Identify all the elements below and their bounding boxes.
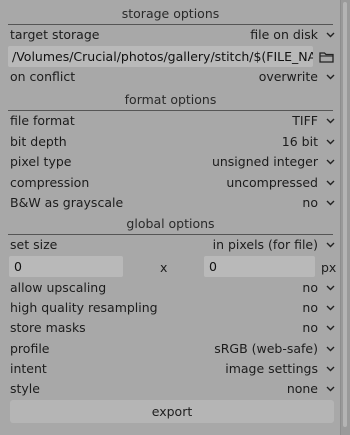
set-size-label: set size [10,237,58,252]
target-storage-row[interactable]: target storage file on disk [10,25,335,45]
compression-label: compression [10,175,90,190]
chevron-down-icon [321,32,335,38]
bw-grayscale-value: no [302,195,318,210]
chevron-down-icon [321,159,335,165]
style-value: none [286,381,318,396]
pixel-type-dropdown[interactable]: unsigned integer [212,152,335,172]
export-path-input[interactable]: /Volumes/Crucial/photos/gallery/stitch/$… [8,46,313,67]
on-conflict-dropdown[interactable]: overwrite [259,67,335,87]
chevron-down-icon [321,325,335,331]
bit-depth-label: bit depth [10,134,67,149]
file-format-row[interactable]: file format TIFF [10,111,335,131]
unit-label: px [321,260,337,275]
bit-depth-row[interactable]: bit depth 16 bit [10,132,335,152]
allow-upscaling-dropdown[interactable]: no [302,278,335,298]
style-dropdown[interactable]: none [287,379,335,399]
intent-row[interactable]: intent image settings [10,359,335,379]
style-row[interactable]: style none [10,379,335,399]
hq-resampling-row[interactable]: high quality resampling no [10,298,335,318]
bit-depth-value: 16 bit [281,134,318,149]
height-input[interactable]: 0 [204,256,315,277]
chevron-down-icon [321,386,335,392]
store-masks-row[interactable]: store masks no [10,318,335,338]
vertical-scrollbar[interactable] [340,0,350,435]
chevron-down-icon [321,305,335,311]
store-masks-dropdown[interactable]: no [302,318,335,338]
on-conflict-row[interactable]: on conflict overwrite [10,67,335,87]
chevron-down-icon [321,242,335,248]
set-size-value: in pixels (for file) [212,237,318,252]
chevron-down-icon [321,118,335,124]
bw-grayscale-row[interactable]: B&W as grayscale no [10,193,335,213]
intent-dropdown[interactable]: image settings [225,359,335,379]
allow-upscaling-label: allow upscaling [10,280,107,295]
hq-resampling-value: no [302,300,318,315]
profile-value: sRGB (web-safe) [214,341,318,356]
size-separator: x [160,260,168,275]
compression-dropdown[interactable]: uncompressed [226,173,335,193]
pixel-type-value: unsigned integer [211,154,318,169]
set-size-dropdown[interactable]: in pixels (for file) [213,235,335,255]
intent-label: intent [10,361,47,376]
file-format-value: TIFF [292,113,318,128]
chevron-down-icon [321,139,335,145]
folder-icon[interactable] [317,47,335,66]
scrollbar-thumb[interactable] [343,2,347,427]
chevron-down-icon [321,346,335,352]
bit-depth-dropdown[interactable]: 16 bit [282,132,335,152]
bw-grayscale-dropdown[interactable]: no [302,193,335,213]
profile-row[interactable]: profile sRGB (web-safe) [10,339,335,359]
global-options-header: global options [8,213,333,235]
hq-resampling-label: high quality resampling [10,300,158,315]
chevron-down-icon [321,180,335,186]
on-conflict-label: on conflict [10,69,76,84]
storage-options-header: storage options [8,3,333,25]
hq-resampling-dropdown[interactable]: no [302,298,335,318]
store-masks-label: store masks [10,320,86,335]
file-format-label: file format [10,113,75,128]
file-format-dropdown[interactable]: TIFF [292,111,335,131]
allow-upscaling-row[interactable]: allow upscaling no [10,278,335,298]
target-storage-label: target storage [10,27,100,42]
chevron-down-icon [321,285,335,291]
compression-value: uncompressed [226,175,318,190]
export-button[interactable]: export [10,400,334,423]
profile-label: profile [10,341,50,356]
export-panel: storage options target storage file on d… [0,0,341,435]
allow-upscaling-value: no [302,280,318,295]
chevron-down-icon [321,200,335,206]
chevron-down-icon [321,366,335,372]
store-masks-value: no [302,320,318,335]
format-options-header: format options [8,89,333,111]
set-size-row[interactable]: set size in pixels (for file) [10,235,335,255]
style-label: style [10,381,40,396]
bw-grayscale-label: B&W as grayscale [10,195,124,210]
pixel-type-row[interactable]: pixel type unsigned integer [10,152,335,172]
target-storage-dropdown[interactable]: file on disk [250,25,335,45]
intent-value: image settings [225,361,318,376]
compression-row[interactable]: compression uncompressed [10,173,335,193]
chevron-down-icon [321,74,335,80]
on-conflict-value: overwrite [258,69,318,84]
profile-dropdown[interactable]: sRGB (web-safe) [214,339,335,359]
target-storage-value: file on disk [250,27,318,42]
width-input[interactable]: 0 [9,256,123,277]
pixel-type-label: pixel type [10,154,72,169]
